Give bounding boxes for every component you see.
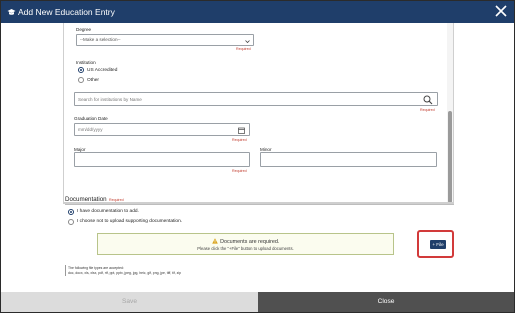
warning-icon xyxy=(211,238,218,244)
major-required: Required xyxy=(232,169,247,173)
file-types-list: doc, docx, xls, xlsx, pdf, rtf, ppt, ppt… xyxy=(68,270,182,275)
close-button[interactable]: Close xyxy=(258,292,514,312)
file-button-highlight: + File xyxy=(417,230,454,258)
search-icon[interactable] xyxy=(423,95,433,105)
radio-no-documentation[interactable] xyxy=(68,219,74,225)
minor-input[interactable] xyxy=(260,152,437,167)
graduation-date-placeholder: mm/dd/yyyy xyxy=(78,127,103,132)
no-documentation-label: I choose not to upload supporting docume… xyxy=(77,219,183,224)
documentation-title: Documentation xyxy=(65,196,107,203)
graduation-date-label: Graduation Date xyxy=(74,116,108,121)
graduation-date-input[interactable]: mm/dd/yyyy xyxy=(74,123,250,136)
institution-required: Required xyxy=(420,108,435,112)
institution-search-input[interactable]: Search for institutions by Name xyxy=(74,92,438,106)
documents-required-alert: Documents are required. Please click the… xyxy=(97,233,394,255)
form-scroll-area[interactable]: Degree --Make a selection-- Required Ins… xyxy=(63,23,454,203)
modal-dialog: Add New Education Entry Degree --Make a … xyxy=(0,0,515,313)
calendar-icon[interactable] xyxy=(238,127,245,134)
graduation-date-required: Required xyxy=(232,138,247,142)
alert-text: Please click the "+File" button to uploa… xyxy=(197,246,294,251)
have-documentation-label: I have documentation to add. xyxy=(77,209,139,214)
degree-label: Degree xyxy=(76,27,92,32)
close-icon[interactable] xyxy=(494,4,508,18)
modal-footer: Save Close xyxy=(1,292,514,312)
institution-search-placeholder: Search for institutions by Name xyxy=(78,97,142,102)
degree-select-value: --Make a selection-- xyxy=(80,37,121,42)
scrollbar[interactable] xyxy=(447,23,453,202)
documentation-required: Required xyxy=(109,198,124,202)
alert-title: Documents are required. xyxy=(220,239,280,245)
institution-label: Institution xyxy=(76,60,96,65)
other-label: Other xyxy=(87,78,99,83)
documentation-divider xyxy=(65,204,454,205)
modal-title: Add New Education Entry xyxy=(18,7,115,17)
degree-select[interactable]: --Make a selection-- xyxy=(76,34,254,46)
radio-us-accredited[interactable] xyxy=(78,67,84,73)
add-file-button[interactable]: + File xyxy=(430,240,446,249)
us-accredited-label: US Accredited xyxy=(87,68,118,73)
modal-titlebar: Add New Education Entry xyxy=(1,1,514,23)
major-input[interactable] xyxy=(74,152,250,167)
degree-required: Required xyxy=(236,47,251,51)
radio-have-documentation[interactable] xyxy=(68,209,74,215)
chevron-down-icon xyxy=(245,38,250,44)
accepted-file-types: The following file types are accepted: d… xyxy=(65,266,265,275)
scrollbar-thumb[interactable] xyxy=(448,111,452,202)
radio-other[interactable] xyxy=(78,77,84,83)
alert-title-row: Documents are required. xyxy=(98,238,393,245)
save-button[interactable]: Save xyxy=(1,292,258,312)
graduation-cap-icon xyxy=(7,8,16,16)
